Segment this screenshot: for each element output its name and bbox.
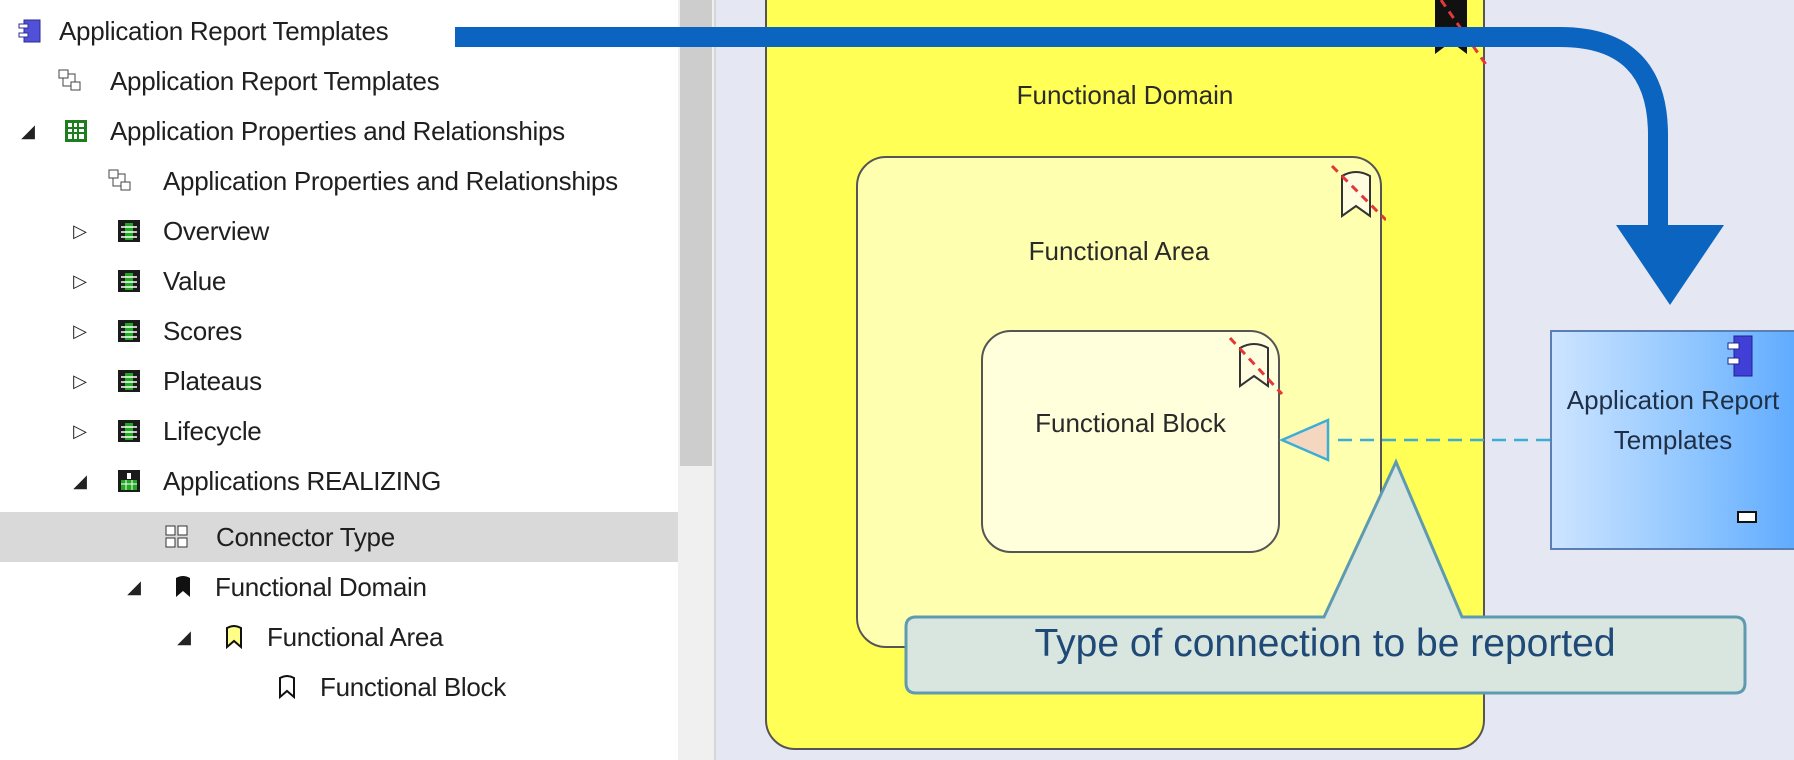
tree-item-functional-area[interactable]: ◢ Functional Area	[0, 612, 678, 662]
app-label-line1: Application Report	[1566, 385, 1780, 415]
expand-arrow-icon[interactable]: ▷	[70, 356, 90, 406]
collapse-arrow-icon[interactable]: ◢	[18, 106, 38, 156]
functional-block-label: Functional Block	[1035, 408, 1226, 438]
tree-item-label: Application Report Templates	[110, 66, 440, 96]
tree-item-value[interactable]: ▷ Value	[0, 256, 678, 306]
bookmark-black-icon	[1435, 0, 1487, 67]
tree-item-lifecycle[interactable]: ▷ Lifecycle	[0, 406, 678, 456]
tree-scrollbar-thumb[interactable]	[680, 0, 712, 466]
collapse-arrow-icon[interactable]: ◢	[70, 456, 90, 506]
bookmark-outline-icon	[1330, 164, 1386, 222]
tree-item-label: Application Properties and Relationships	[163, 166, 618, 196]
matrix-icon	[118, 220, 140, 242]
application-component-icon	[1727, 335, 1753, 377]
collapse-arrow-icon[interactable]: ◢	[174, 612, 194, 662]
tree-item-connector-type[interactable]: Connector Type	[0, 512, 678, 562]
expand-arrow-icon[interactable]: ▷	[70, 206, 90, 256]
tree-item-functional-domain[interactable]: ◢ Functional Domain	[0, 562, 678, 612]
tree-item-application-report-templates-package[interactable]: Application Report Templates	[0, 6, 678, 56]
expand-arrow-icon[interactable]: ▷	[70, 256, 90, 306]
functional-area-label: Functional Area	[1028, 236, 1210, 266]
matrix-icon	[118, 270, 140, 292]
tree-item-label: Applications REALIZING	[163, 466, 442, 496]
matrix-icon	[118, 370, 140, 392]
tree-item-scores[interactable]: ▷ Scores	[0, 306, 678, 356]
bookmark-outline-icon	[279, 675, 295, 699]
tree-item-label: Scores	[163, 316, 243, 346]
tree-item-label: Plateaus	[163, 366, 262, 396]
tree-item-label: Overview	[163, 216, 269, 246]
project-browser-tree: Application Report Templates Application…	[0, 0, 680, 760]
tree-item-label: Value	[163, 266, 227, 296]
tree-item-label: Connector Type	[216, 522, 395, 552]
matrix-icon	[118, 320, 140, 342]
connector-type-icon	[165, 525, 188, 548]
tree-item-plateaus[interactable]: ▷ Plateaus	[0, 356, 678, 406]
tree-item-applications-realizing[interactable]: ◢ Applications REALIZING	[0, 456, 678, 506]
tree-item-label: Functional Block	[320, 672, 506, 702]
tree-item-application-properties-diagram[interactable]: Application Properties and Relationships	[0, 156, 678, 206]
tree-item-overview[interactable]: ▷ Overview	[0, 206, 678, 256]
matrix-realizing-icon	[118, 470, 140, 492]
table-green-icon	[65, 120, 87, 142]
diagram-icon	[108, 169, 131, 191]
expand-arrow-icon[interactable]: ▷	[70, 306, 90, 356]
application-component-icon	[18, 19, 41, 43]
tree-item-label: Lifecycle	[163, 416, 262, 446]
app-label-line2: Templates	[1613, 425, 1733, 455]
tree-item-label: Application Properties and Relationships	[110, 116, 565, 146]
callout-text: Type of connection to be reported	[1034, 622, 1616, 665]
tree-item-label: Application Report Templates	[59, 16, 389, 46]
tree-item-application-report-templates-diagram[interactable]: Application Report Templates	[0, 56, 678, 106]
bookmark-black-icon	[176, 576, 190, 597]
expand-arrow-icon[interactable]: ▷	[70, 406, 90, 456]
tree-item-application-properties-package[interactable]: ◢ Application Properties and Relationshi…	[0, 106, 678, 156]
tree-item-functional-block[interactable]: Functional Block	[0, 662, 678, 712]
application-report-templates-label: Application Report Templates	[1552, 380, 1794, 460]
matrix-icon	[118, 420, 140, 442]
bookmark-outline-icon	[1228, 336, 1284, 396]
expand-compartment-icon[interactable]	[1736, 510, 1758, 524]
tree-item-label: Functional Area	[267, 622, 444, 652]
diagram-icon	[58, 69, 81, 91]
collapse-arrow-icon[interactable]: ◢	[124, 562, 144, 612]
bookmark-yellow-icon	[226, 625, 242, 649]
tree-item-label: Functional Domain	[215, 572, 427, 602]
functional-domain-label: Functional Domain	[1016, 80, 1234, 110]
